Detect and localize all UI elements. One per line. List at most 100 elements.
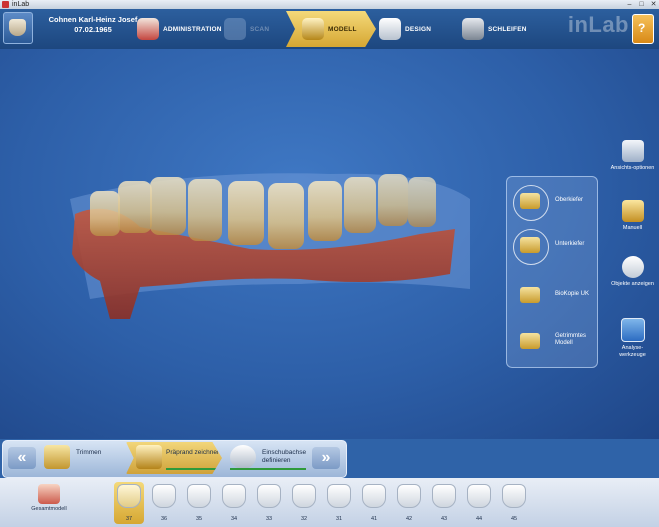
tooth-button[interactable]: 37 <box>114 482 144 524</box>
brand-logo: inLab <box>567 12 629 37</box>
manual-label: Manuell <box>622 225 643 231</box>
tooth-button[interactable]: 44 <box>464 482 494 522</box>
step-administration[interactable]: ADMINISTRATION <box>137 11 222 47</box>
step-schleifen[interactable]: SCHLEIFEN <box>462 11 527 47</box>
tooth-icon <box>467 484 491 508</box>
help-icon: ? <box>638 21 646 35</box>
patient-dob: 07.02.1965 <box>74 25 112 34</box>
workflow-step-label: Präprand zeichnen <box>166 449 221 456</box>
tooth-number: 42 <box>405 516 413 522</box>
tooth-number: 45 <box>510 516 518 522</box>
panel-item-oberkiefer[interactable]: Oberkiefer <box>507 183 597 223</box>
panel-item-label: Oberkiefer <box>555 197 584 203</box>
panel-item-unterkiefer[interactable]: Unterkiefer <box>507 227 597 267</box>
panel-item-label: Getrimmtes Modell <box>555 333 587 346</box>
trim-icon <box>44 445 70 469</box>
tooth-button[interactable]: 45 <box>499 482 529 522</box>
tooth-number: 33 <box>265 516 273 522</box>
window-title: inLab <box>12 1 30 8</box>
tooth-logo-icon <box>9 19 26 36</box>
help-button[interactable]: ? <box>632 14 654 44</box>
model-selection-panel: Oberkiefer Unterkiefer BioKopie UK Getri… <box>506 176 598 368</box>
tooth-number: 43 <box>440 516 448 522</box>
administration-icon <box>137 18 159 40</box>
tooth-button[interactable]: 43 <box>429 482 459 522</box>
step-modell[interactable]: MODELL <box>286 11 376 47</box>
view-options-label: Ansichts-optionen <box>610 165 655 171</box>
step-scan-label: SCAN <box>250 25 270 33</box>
maximize-button[interactable]: □ <box>636 0 647 9</box>
full-model-button[interactable]: Gesamtmodell <box>28 484 70 512</box>
milling-icon <box>462 18 484 40</box>
title-bar: inLab – □ ✕ <box>0 0 659 9</box>
tooth-icon <box>257 484 281 508</box>
progress-bar <box>166 468 216 470</box>
workflow-step-einschubachse[interactable]: Einschubachse definieren <box>226 442 310 474</box>
biocopy-icon <box>520 287 540 303</box>
margin-line-icon <box>136 445 162 469</box>
view-options-button[interactable]: Ansichts-optionen <box>610 140 655 172</box>
workflow-next-button[interactable]: » <box>312 447 340 469</box>
model-icon <box>302 18 324 40</box>
manual-button[interactable]: Manuell <box>610 200 655 232</box>
tooth-button[interactable]: 35 <box>184 482 214 522</box>
panel-item-biokopie-uk[interactable]: BioKopie UK <box>507 277 597 317</box>
lower-jaw-icon <box>520 237 540 253</box>
step-design[interactable]: DESIGN <box>379 11 431 47</box>
tooth-icon <box>432 484 456 508</box>
step-administration-label: ADMINISTRATION <box>163 25 222 33</box>
full-model-label: Gesamtmodell <box>31 506 67 512</box>
patient-logo[interactable] <box>3 12 33 44</box>
full-model-icon <box>38 484 60 504</box>
tooth-icon <box>117 484 141 508</box>
tooth-number: 31 <box>335 516 343 522</box>
tooth-number: 34 <box>230 516 238 522</box>
minimize-button[interactable]: – <box>624 0 635 9</box>
tooth-button[interactable]: 36 <box>149 482 179 522</box>
tooth-button[interactable]: 41 <box>359 482 389 522</box>
tooth-icon <box>397 484 421 508</box>
tooth-button[interactable]: 31 <box>324 482 354 522</box>
workflow-prev-button[interactable]: « <box>8 447 36 469</box>
workflow-step-trimmen[interactable]: Trimmen <box>40 442 124 474</box>
show-objects-button[interactable]: Objekte anzeigen <box>610 256 655 288</box>
step-design-label: DESIGN <box>405 25 432 33</box>
design-icon <box>379 18 401 40</box>
scan-icon <box>224 18 246 40</box>
analysis-tools-label: Analyse-werkzeuge <box>619 345 646 358</box>
progress-bar <box>230 468 306 470</box>
step-schleifen-label: SCHLEIFEN <box>488 25 527 33</box>
panel-item-getrimmtes-modell[interactable]: Getrimmtes Modell <box>507 323 597 363</box>
tooth-number: 36 <box>160 516 168 522</box>
tooth-number: 44 <box>475 516 483 522</box>
tooth-icon <box>292 484 316 508</box>
close-button[interactable]: ✕ <box>648 0 659 9</box>
analysis-tools-icon <box>620 318 645 342</box>
tooth-number: 35 <box>195 516 203 522</box>
trimmed-model-icon <box>520 333 540 349</box>
tooth-button[interactable]: 33 <box>254 482 284 522</box>
manual-icon <box>621 200 644 222</box>
tooth-icon <box>222 484 246 508</box>
app-icon <box>2 1 9 8</box>
tooth-button[interactable]: 42 <box>394 482 424 522</box>
view-options-icon <box>621 140 644 162</box>
panel-item-label: Unterkiefer <box>555 241 585 247</box>
insertion-axis-icon <box>230 445 256 469</box>
tooth-icon <box>152 484 176 508</box>
tooth-icon <box>362 484 386 508</box>
workflow-step-praeprand[interactable]: Präprand zeichnen <box>126 442 222 474</box>
analysis-tools-button[interactable]: Analyse-werkzeuge <box>610 318 655 359</box>
upper-jaw-icon <box>520 193 540 209</box>
tooth-button[interactable]: 32 <box>289 482 319 522</box>
tooth-button[interactable]: 34 <box>219 482 249 522</box>
step-scan: SCAN <box>224 11 269 47</box>
panel-item-label: BioKopie UK <box>555 291 590 297</box>
workflow-step-label: Trimmen <box>76 449 102 456</box>
tooth-number: 41 <box>370 516 378 522</box>
step-modell-label: MODELL <box>328 25 357 33</box>
tooth-number: 37 <box>125 516 133 522</box>
patient-name: Cohnen Karl-Heinz Josef <box>48 15 138 24</box>
tooth-number: 32 <box>300 516 308 522</box>
tooth-icon <box>187 484 211 508</box>
